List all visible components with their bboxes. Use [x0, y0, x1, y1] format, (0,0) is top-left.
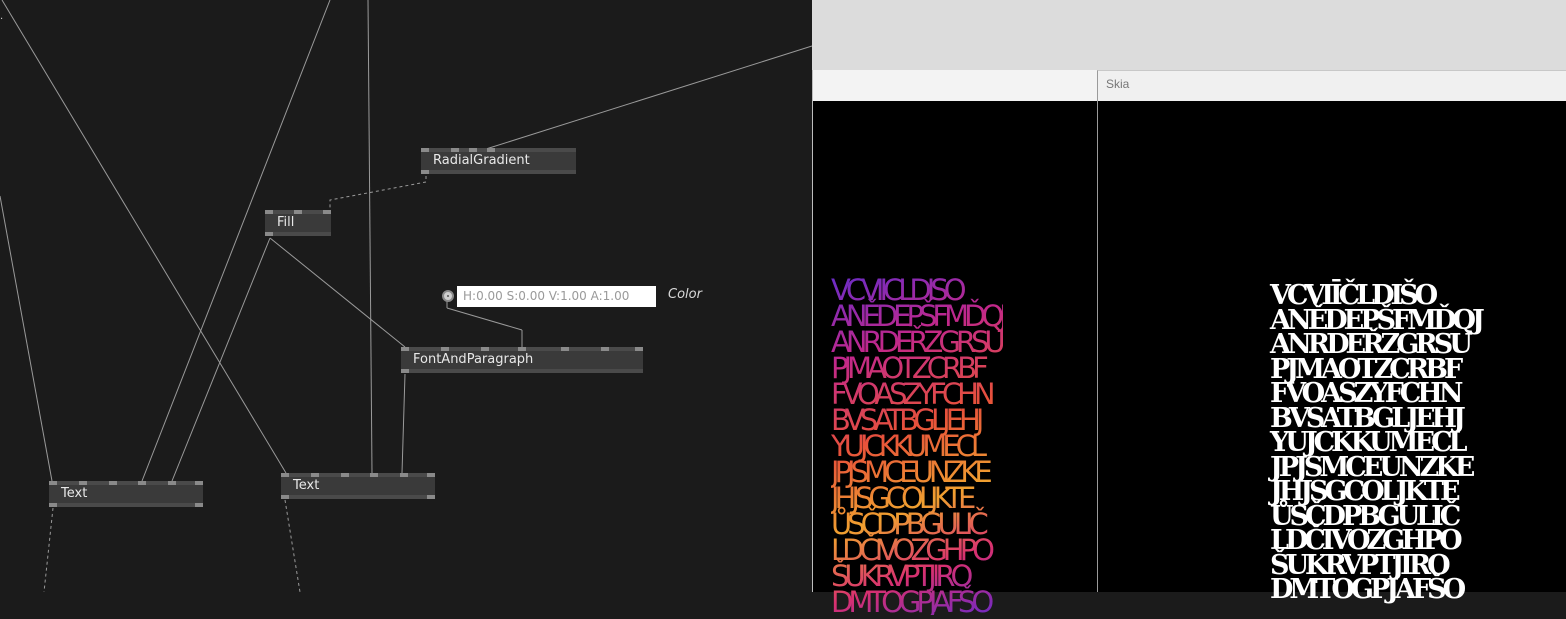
text-node-left[interactable]: Text: [49, 481, 203, 507]
link: [401, 373, 406, 474]
color-label: Color: [668, 287, 702, 302]
skia-window-title: Skia: [1106, 77, 1130, 91]
link: [485, 45, 812, 150]
corner-mark: ·: [0, 14, 3, 25]
text-node-right[interactable]: Text: [281, 473, 435, 499]
fontandparagraph-node[interactable]: FontAndParagraph: [401, 347, 643, 373]
renderer-window-back[interactable]: VCVIĪČLDIŠO ANĚDEPŠFMĎQJ ANRDEŘZGRSU PJMAOT…: [812, 70, 1098, 592]
link: [0, 195, 53, 482]
patch-editor[interactable]: · RadialGradient Fill H:0.00 S:0.00 V:1.…: [0, 0, 812, 592]
radialgradient-node[interactable]: RadialGradient: [421, 148, 576, 174]
link: [446, 307, 523, 331]
link: [171, 237, 271, 482]
link-dashed: [43, 507, 54, 592]
link: [1, 0, 287, 474]
renderer-canvas-back: VCVIĪČLDIŠO ANĚDEPŠFMĎQJ ANRDEŘZGRSU PJMAOT…: [813, 101, 1098, 592]
white-text-grid: VCVIĪČLDIŠO ANĚDEPŠFMĎQJ ANRDEŘZGRSU PJMAOT…: [1270, 282, 1485, 605]
skia-canvas: VCVIĪČLDIŠO ANĚDEPŠFMĎQJ ANRDEŘZGRSU PJMAOT…: [1098, 101, 1566, 603]
text-node-right-title: Text: [293, 478, 320, 493]
color-value-box[interactable]: H:0.00 S:0.00 V:1.00 A:1.00: [457, 286, 656, 307]
fill-node-title: Fill: [277, 215, 295, 230]
link: [141, 0, 331, 482]
text-row: DMTOGPJAFŠO: [831, 585, 990, 619]
text-node-left-title: Text: [61, 486, 88, 501]
link-dashed: [284, 499, 301, 592]
skia-renderer-window[interactable]: Skia VCVIĪČLDIŠO ANĚDEPŠFMĎQJ ANRDEŘZGRSU P…: [1097, 70, 1566, 603]
text-row: DMTOGPJAFŠO: [1270, 574, 1466, 605]
link: [367, 0, 373, 474]
color-input-pin[interactable]: [442, 290, 454, 302]
link-dashed: [329, 176, 427, 210]
fontandparagraph-node-title: FontAndParagraph: [413, 352, 534, 367]
fill-node[interactable]: Fill: [265, 210, 331, 236]
radialgradient-node-title: RadialGradient: [433, 153, 530, 168]
link: [269, 237, 406, 348]
gradient-text-grid: VCVIĪČLDIŠO ANĚDEPŠFMĎQJ ANRDEŘZGRSU PJMAOT…: [831, 277, 1003, 615]
